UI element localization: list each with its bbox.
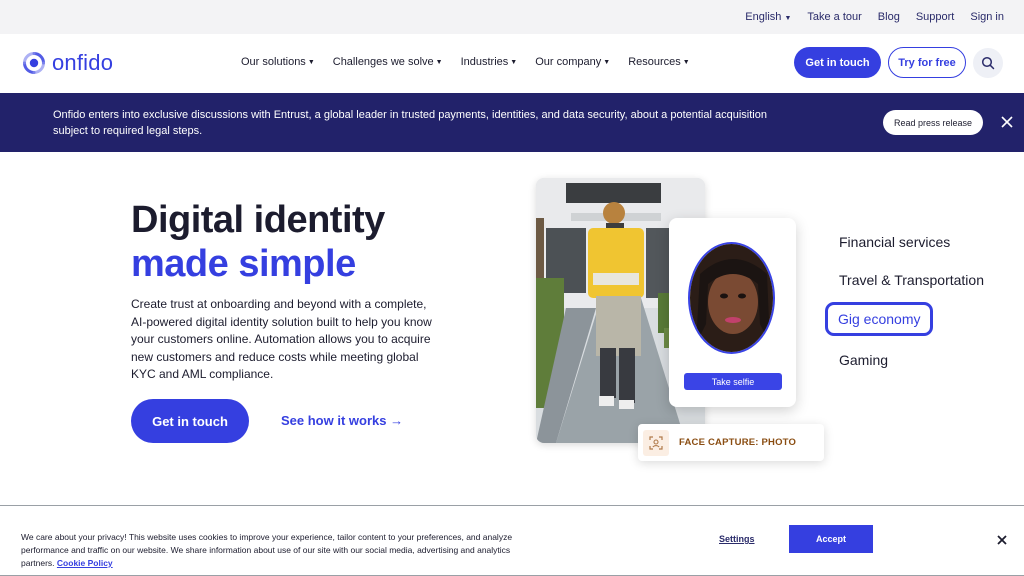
menu-challenges[interactable]: Challenges we solve ▼ bbox=[333, 56, 443, 68]
close-icon bbox=[1001, 116, 1013, 128]
chevron-down-icon: ▼ bbox=[784, 15, 792, 22]
hero-title: Digital identity bbox=[131, 199, 385, 241]
cookie-text: We care about your privacy! This website… bbox=[21, 531, 541, 570]
hero-description: Create trust at onboarding and beyond wi… bbox=[131, 297, 432, 381]
language-selector[interactable]: English ▼ bbox=[745, 11, 791, 23]
caret-down-icon: ▼ bbox=[510, 59, 518, 66]
close-icon bbox=[997, 535, 1007, 545]
caret-down-icon: ▼ bbox=[603, 59, 611, 66]
utility-bar: English ▼ Take a tour Blog Support Sign … bbox=[0, 0, 1024, 34]
sign-in-link[interactable]: Sign in bbox=[970, 11, 1004, 23]
onfido-logo-icon bbox=[22, 51, 46, 75]
language-label: English bbox=[745, 11, 782, 23]
menu-industries[interactable]: Industries ▼ bbox=[461, 56, 518, 68]
cookie-accept-button[interactable]: Accept bbox=[789, 525, 873, 553]
support-link[interactable]: Support bbox=[916, 11, 955, 23]
menu-label: Our solutions bbox=[241, 56, 306, 68]
face-capture-label: FACE CAPTURE: PHOTO bbox=[679, 437, 797, 448]
see-how-it-works-link[interactable]: See how it works → bbox=[281, 413, 403, 428]
cookie-banner: We care about your privacy! This website… bbox=[0, 505, 1024, 576]
face-capture-tag: FACE CAPTURE: PHOTO bbox=[638, 424, 824, 461]
menu-resources[interactable]: Resources ▼ bbox=[628, 56, 690, 68]
industry-gig-economy[interactable]: Gig economy bbox=[825, 302, 934, 336]
take-tour-link[interactable]: Take a tour bbox=[807, 11, 861, 23]
cookie-close-button[interactable] bbox=[996, 533, 1008, 545]
announcement-text: Onfido enters into exclusive discussions… bbox=[53, 109, 767, 137]
menu-label: Our company bbox=[535, 56, 602, 68]
read-press-release-button[interactable]: Read press release bbox=[883, 110, 983, 135]
search-button[interactable] bbox=[973, 48, 1003, 78]
menu-label: Challenges we solve bbox=[332, 56, 434, 68]
logo-text: onfido bbox=[52, 50, 114, 75]
menu-label: Industries bbox=[460, 56, 509, 68]
selfie-face-photo bbox=[688, 242, 775, 354]
caret-down-icon: ▼ bbox=[307, 59, 315, 66]
header-get-in-touch-button[interactable]: Get in touch bbox=[794, 47, 881, 78]
cookie-settings-link[interactable]: Settings bbox=[719, 534, 755, 544]
industry-financial-services[interactable]: Financial services bbox=[839, 234, 950, 250]
onfido-logo[interactable]: onfido bbox=[22, 50, 113, 76]
menu-our-solutions[interactable]: Our solutions ▼ bbox=[241, 56, 315, 68]
try-for-free-button[interactable]: Try for free bbox=[888, 47, 966, 78]
hero-title-accent: made simple bbox=[131, 243, 356, 285]
industry-travel-transportation[interactable]: Travel & Transportation bbox=[839, 272, 984, 288]
announcement-banner: Onfido enters into exclusive discussions… bbox=[0, 93, 1024, 152]
caret-down-icon: ▼ bbox=[435, 59, 443, 66]
main-nav: onfido Our solutions ▼ Challenges we solv… bbox=[0, 34, 1024, 93]
selfie-card: Take selfie bbox=[669, 218, 796, 407]
banner-close-button[interactable] bbox=[999, 114, 1015, 130]
take-selfie-button[interactable]: Take selfie bbox=[684, 373, 782, 390]
search-icon bbox=[981, 56, 995, 70]
industry-gaming[interactable]: Gaming bbox=[839, 352, 888, 368]
hero-get-in-touch-button[interactable]: Get in touch bbox=[131, 399, 249, 443]
menu-our-company[interactable]: Our company ▼ bbox=[535, 56, 610, 68]
menu-label: Resources bbox=[628, 56, 681, 68]
face-scan-icon bbox=[643, 429, 669, 456]
caret-down-icon: ▼ bbox=[682, 59, 690, 66]
cookie-policy-link[interactable]: Cookie Policy bbox=[57, 558, 113, 568]
primary-menu: Our solutions ▼ Challenges we solve ▼ Indu… bbox=[241, 56, 690, 68]
blog-link[interactable]: Blog bbox=[878, 11, 900, 23]
